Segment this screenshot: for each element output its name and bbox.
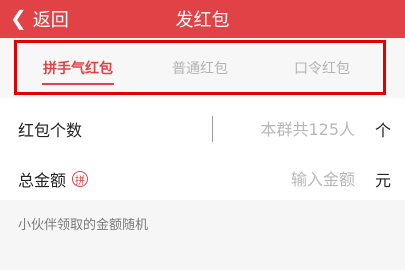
- tab-normal-packet[interactable]: 普通红包: [139, 43, 261, 92]
- note-area: 小伙伴领取的金额随机: [0, 200, 405, 270]
- lucky-badge-icon: 拼: [72, 171, 89, 187]
- total-amount-label-text: 总金额: [18, 171, 67, 190]
- total-amount-input[interactable]: [235, 166, 355, 192]
- random-amount-note: 小伙伴领取的金额随机: [18, 218, 149, 233]
- tab-password-packet[interactable]: 口令红包: [261, 43, 383, 92]
- top-bar: ❮ 返回 发红包: [0, 0, 405, 38]
- tab-label: 拼手气红包: [43, 60, 113, 77]
- packet-count-label-text: 红包个数: [18, 121, 83, 140]
- red-packet-type-tabs: 拼手气红包 普通红包 口令红包: [17, 43, 383, 92]
- tab-label: 口令红包: [294, 60, 350, 77]
- packet-count-label: 红包个数: [18, 117, 82, 141]
- tabs-highlight-frame: 拼手气红包 普通红包 口令红包: [14, 40, 386, 95]
- tab-lucky-packet[interactable]: 拼手气红包: [17, 43, 139, 92]
- packet-count-unit: 个: [374, 121, 391, 140]
- tabs-area: 拼手气红包 普通红包 口令红包: [0, 38, 405, 98]
- total-amount-label: 总金额 拼: [18, 167, 89, 191]
- active-tab-underline: [42, 83, 114, 85]
- total-amount-row: 总金额 拼 元: [0, 152, 405, 206]
- page-title: 发红包: [175, 10, 230, 31]
- tab-label: 普通红包: [172, 60, 228, 77]
- packet-count-input[interactable]: [212, 116, 355, 142]
- total-amount-unit: 元: [374, 171, 391, 190]
- packet-count-row: 红包个数 个: [0, 102, 405, 157]
